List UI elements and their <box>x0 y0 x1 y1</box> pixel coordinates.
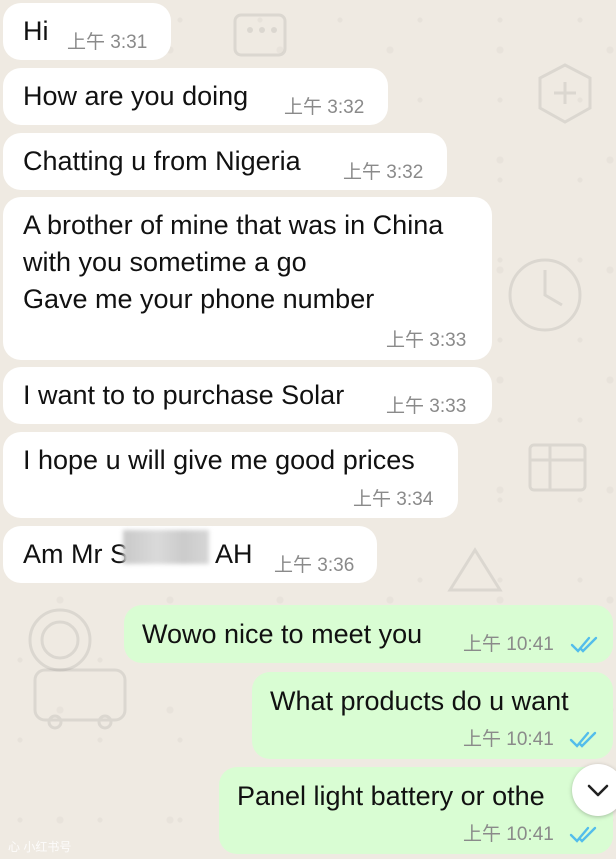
message-time: 上午 3:33 <box>386 330 467 351</box>
incoming-message[interactable]: I want to to purchase Solar 上午 3:33 <box>3 367 492 424</box>
message-time: 上午 3:34 <box>353 489 434 510</box>
message-text: A brother of mine that was in China with… <box>23 210 444 314</box>
message-text: Hi <box>23 16 49 46</box>
incoming-message[interactable]: A brother of mine that was in China with… <box>3 197 492 360</box>
message-text: I want to to purchase Solar <box>23 380 345 410</box>
wallpaper-doodle-icon <box>447 547 503 592</box>
message-text: What products do u want <box>270 686 569 716</box>
scroll-to-bottom-button[interactable] <box>572 764 616 816</box>
chevron-down-icon <box>587 784 609 797</box>
incoming-message[interactable]: Hi 上午 3:31 <box>3 3 171 60</box>
message-time: 上午 10:41 <box>463 824 554 845</box>
chat-area[interactable]: Hi 上午 3:31 How are you doing 上午 3:32 Cha… <box>0 0 616 859</box>
read-receipt-icon <box>570 636 598 653</box>
message-time: 上午 3:31 <box>67 32 148 53</box>
watermark: 心 小红书号 <box>8 840 72 854</box>
message-time: 上午 10:41 <box>463 634 554 655</box>
message-text-suffix: AH <box>215 539 253 569</box>
incoming-message[interactable]: How are you doing 上午 3:32 <box>3 68 388 125</box>
message-text: Chatting u from Nigeria <box>23 146 301 176</box>
outgoing-message[interactable]: What products do u want 上午 10:41 <box>252 672 613 759</box>
redacted-region <box>123 530 209 564</box>
read-receipt-icon <box>569 731 597 748</box>
message-text: How are you doing <box>23 81 249 111</box>
message-time: 上午 10:41 <box>463 729 554 750</box>
wallpaper-doodle-icon <box>33 668 127 730</box>
message-time: 上午 3:36 <box>274 555 355 576</box>
incoming-message[interactable]: Am Mr S AH 上午 3:36 <box>3 526 377 583</box>
message-text: Panel light battery or othe <box>237 781 545 811</box>
wallpaper-doodle-icon <box>508 258 582 332</box>
outgoing-message[interactable]: Wowo nice to meet you 上午 10:41 <box>124 605 613 663</box>
message-time: 上午 3:32 <box>284 97 365 118</box>
message-time: 上午 3:32 <box>343 162 424 183</box>
wallpaper-doodle-icon <box>528 443 587 492</box>
message-time: 上午 3:33 <box>386 396 467 417</box>
incoming-message[interactable]: I hope u will give me good prices 上午 3:3… <box>3 432 458 518</box>
message-text: Wowo nice to meet you <box>142 619 423 649</box>
message-text-prefix: Am Mr S <box>23 539 128 569</box>
wallpaper-doodle-icon <box>233 13 287 57</box>
wallpaper-doodle-icon <box>538 63 592 124</box>
outgoing-message[interactable]: Panel light battery or othe 上午 10:41 <box>219 767 613 854</box>
read-receipt-icon <box>569 826 597 843</box>
message-text: I hope u will give me good prices <box>23 445 415 475</box>
incoming-message[interactable]: Chatting u from Nigeria 上午 3:32 <box>3 133 447 190</box>
